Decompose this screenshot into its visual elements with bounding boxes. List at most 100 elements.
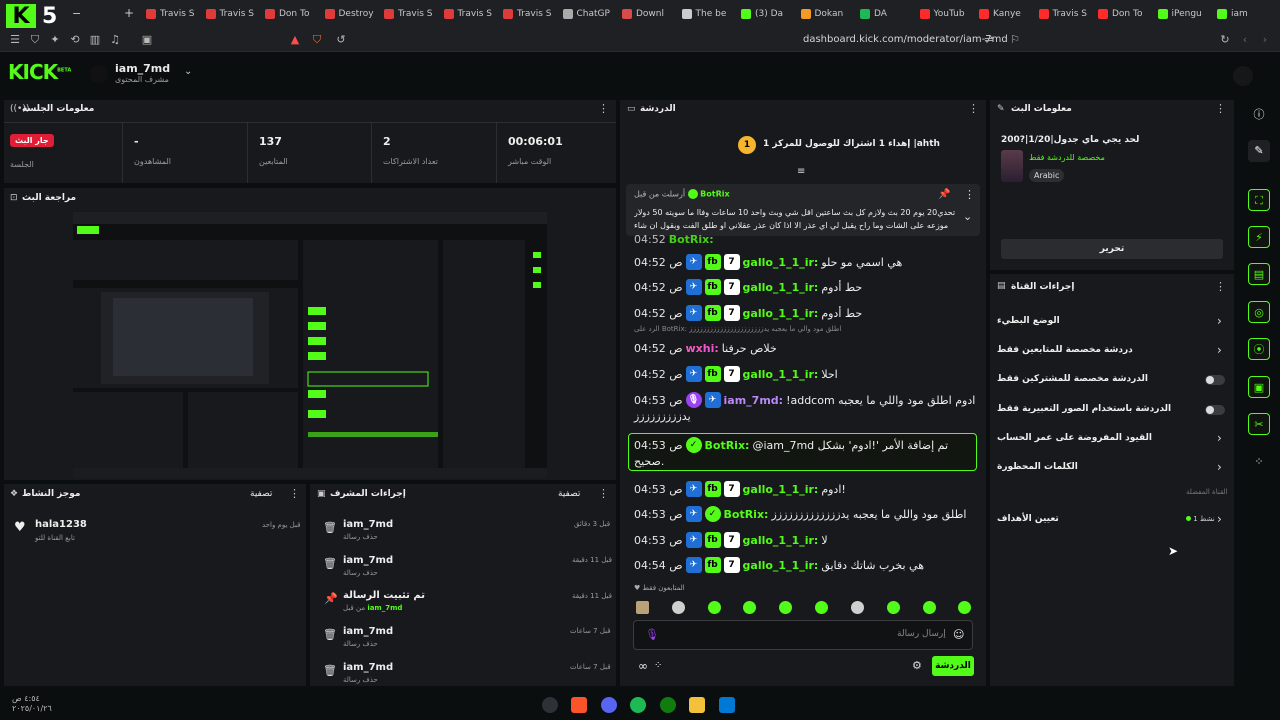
spotify-icon[interactable] bbox=[630, 697, 646, 713]
browser-tab[interactable]: Dokan bbox=[800, 6, 843, 22]
session-menu-icon[interactable]: ⋮ bbox=[598, 102, 609, 115]
toggle-switch[interactable] bbox=[1205, 405, 1225, 415]
mod-action-user[interactable]: iam_7md bbox=[367, 604, 402, 612]
pinned-user[interactable]: BotRix bbox=[700, 190, 729, 199]
channel-switch-chevron-icon[interactable]: ⌄ bbox=[184, 66, 192, 77]
browser-tab[interactable]: Travis S bbox=[443, 6, 492, 22]
edit-icon[interactable]: ✎ bbox=[1248, 140, 1270, 162]
chat-username[interactable]: BotRix: bbox=[724, 508, 769, 521]
emote-4-icon[interactable] bbox=[743, 601, 756, 614]
chat-username[interactable]: gallo_1_1_ir: bbox=[743, 534, 819, 547]
channel-action-item[interactable]: الدردشة باستخدام الصور التعبيرية فقط bbox=[997, 404, 1171, 414]
browser-tab[interactable]: Travis S bbox=[384, 6, 432, 22]
chat-message[interactable]: 04:53 ص ✓ BotRix: @iam_7md تم إضافة الأمر '… bbox=[634, 435, 948, 455]
reload-icon[interactable]: ↻ bbox=[1218, 33, 1232, 47]
chat-username[interactable]: gallo_1_1_ir: bbox=[743, 307, 819, 320]
address-bar[interactable]: dashboard.kick.com/moderator/iam-7md bbox=[803, 34, 1008, 45]
toggle-switch[interactable] bbox=[1205, 375, 1225, 385]
chevron-right-icon[interactable]: › bbox=[1217, 314, 1222, 328]
chevron-right-icon[interactable]: › bbox=[1217, 460, 1222, 474]
dots-cluster-icon[interactable]: ⁘ bbox=[654, 660, 662, 671]
forward-icon[interactable]: › bbox=[1258, 33, 1272, 47]
browser-tab[interactable]: Travis S bbox=[1038, 6, 1087, 22]
stream-preview-video[interactable] bbox=[73, 212, 547, 478]
chat-message[interactable]: 04:53 ص 🎙 ✈ iam_7md: !addcom ادوم اطلق مود و… bbox=[634, 390, 975, 410]
emoji-icon[interactable]: ☺ bbox=[953, 628, 964, 641]
chat-username[interactable]: gallo_1_1_ir: bbox=[743, 483, 819, 496]
channel-avatar[interactable] bbox=[90, 65, 108, 83]
browser-tab[interactable]: The be bbox=[681, 6, 726, 22]
browser-tab[interactable]: Don To bbox=[1098, 6, 1142, 22]
mic-icon[interactable]: 🎙 bbox=[645, 628, 659, 641]
emote-10-icon[interactable] bbox=[958, 601, 971, 614]
expand-chevron-icon[interactable]: ⌄ bbox=[963, 210, 972, 223]
sidebar-icon[interactable]: ▥ bbox=[88, 33, 102, 47]
browser-tab[interactable]: ChatGP bbox=[562, 6, 610, 22]
chat-message[interactable]: 04:52 ص ✈ fb 7 gallo_1_1_ir: احلا bbox=[634, 364, 838, 384]
mod-action-user[interactable]: iam_7md bbox=[343, 626, 393, 637]
unpin-icon[interactable]: 📌 bbox=[938, 189, 950, 200]
chat-username[interactable]: gallo_1_1_ir: bbox=[743, 368, 819, 381]
emote-8-icon[interactable] bbox=[887, 601, 900, 614]
chat-username[interactable]: wxhi: bbox=[686, 342, 719, 355]
browser-tab[interactable]: iam bbox=[1217, 6, 1248, 22]
pinned-menu-icon[interactable]: ⋮ bbox=[964, 188, 975, 201]
browser-tab[interactable]: Don To bbox=[265, 6, 309, 22]
chevron-right-icon[interactable]: › bbox=[1217, 512, 1222, 526]
kick-app-icon[interactable]: K5 bbox=[6, 4, 62, 30]
emote-3-icon[interactable] bbox=[708, 601, 721, 614]
brave-icon[interactable] bbox=[571, 697, 587, 713]
browser-tab[interactable]: Downl bbox=[622, 6, 664, 22]
set-goals-item[interactable]: تعيين الأهداف bbox=[997, 514, 1059, 524]
activity-user[interactable]: hala1238 bbox=[35, 519, 87, 530]
chevron-right-icon[interactable]: › bbox=[1217, 343, 1222, 357]
minimize-icon[interactable]: − bbox=[72, 7, 81, 20]
music-icon[interactable]: ♫ bbox=[108, 33, 122, 47]
activity-filter-button[interactable]: تصفية bbox=[250, 489, 272, 499]
mod-filter-button[interactable]: تصفية bbox=[558, 489, 580, 499]
browser-tab[interactable]: iPengu bbox=[1157, 6, 1202, 22]
brave-shield-icon[interactable]: ⛉ bbox=[310, 33, 324, 47]
emote-6-icon[interactable] bbox=[815, 601, 828, 614]
chat-message[interactable]: 04:52 ص ✈ fb 7 gallo_1_1_ir: حط أدوم bbox=[634, 277, 862, 297]
browser-tab[interactable]: Destroy bbox=[324, 6, 374, 22]
collapse-icon[interactable]: ≡ bbox=[797, 166, 805, 177]
browser-tab[interactable]: YouTub bbox=[919, 6, 965, 22]
browser-tab[interactable]: (3) Da bbox=[741, 6, 783, 22]
channel-actions-menu-icon[interactable]: ⋮ bbox=[1215, 280, 1226, 293]
edit-stream-button[interactable]: تحرير bbox=[1001, 239, 1223, 259]
info-icon[interactable]: ⓘ bbox=[1248, 104, 1270, 126]
chat-message[interactable]: 04:52 ص ✈ fb 7 gallo_1_1_ir: حط أدوم bbox=[634, 303, 862, 323]
reader-icon[interactable]: ↺ bbox=[334, 33, 348, 47]
browser-tab[interactable]: Kanye bbox=[979, 6, 1021, 22]
stream-category[interactable]: مخصصة للدردشة فقط bbox=[1029, 153, 1105, 162]
chevron-right-icon[interactable]: › bbox=[1217, 431, 1222, 445]
mod-action-user[interactable]: iam_7md bbox=[343, 662, 393, 673]
channel-action-item[interactable]: القيود المفروضة على عمر الحساب bbox=[997, 433, 1152, 443]
windows-start-icon[interactable] bbox=[719, 697, 735, 713]
chat-message[interactable]: 04:54 ص ✈ fb 7 gallo_1_1_ir: هي بخرب شاتك دقا… bbox=[634, 555, 924, 575]
folder-icon[interactable] bbox=[689, 697, 705, 713]
extension-icon[interactable]: ✦ bbox=[48, 33, 62, 47]
chat-menu-icon[interactable]: ⋮ bbox=[968, 102, 979, 115]
chat-message[interactable]: 04:53 ص ✈ fb 7 gallo_1_1_ir: لا bbox=[634, 530, 828, 550]
screenshot-icon[interactable]: ▣ bbox=[140, 33, 154, 47]
browser-tab[interactable]: DA bbox=[860, 6, 887, 22]
bookmark-icon[interactable]: ⚐ bbox=[1008, 33, 1022, 47]
new-tab-icon[interactable]: + bbox=[124, 6, 134, 20]
rail-fullscreen-icon[interactable]: ⛶ bbox=[1248, 189, 1270, 211]
browser-tab[interactable]: Travis S bbox=[205, 6, 254, 22]
rail-chat-icon[interactable]: ◎ bbox=[1248, 301, 1270, 323]
emote-1-icon[interactable] bbox=[636, 601, 649, 614]
rail-broadcast-icon[interactable]: ⦿ bbox=[1248, 338, 1270, 360]
emote-2-icon[interactable] bbox=[672, 601, 685, 614]
channel-action-item[interactable]: الكلمات المحظورة bbox=[997, 462, 1078, 472]
rail-apps-icon[interactable]: ⁘ bbox=[1248, 451, 1270, 473]
history-icon[interactable]: ⟲ bbox=[68, 33, 82, 47]
chat-settings-icon[interactable]: ⚙ bbox=[912, 659, 922, 672]
chat-message[interactable]: 04:53 ص ✈ fb 7 gallo_1_1_ir: ادوم! bbox=[634, 479, 846, 499]
rail-video-icon[interactable]: ▣ bbox=[1248, 376, 1270, 398]
menu-icon[interactable]: ☰ bbox=[8, 33, 22, 47]
browser-tab[interactable]: Travis S bbox=[146, 6, 194, 22]
emote-5-icon[interactable] bbox=[779, 601, 792, 614]
